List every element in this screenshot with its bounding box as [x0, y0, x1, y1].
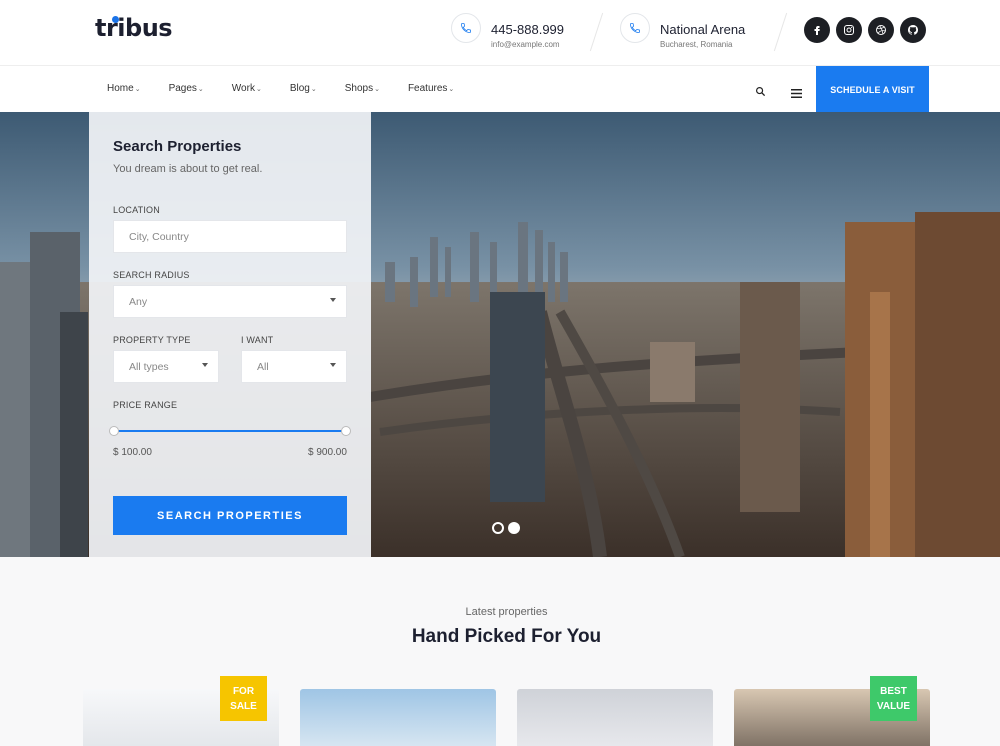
slider-min-handle[interactable]	[109, 426, 119, 436]
property-type-label: PROPERTY TYPE	[113, 335, 191, 345]
carousel-dots	[492, 522, 520, 534]
nav-label: Home	[107, 83, 134, 94]
slider-max-handle[interactable]	[341, 426, 351, 436]
social-links	[804, 17, 926, 43]
nav-label: Work	[231, 83, 255, 94]
price-range-slider[interactable]	[109, 426, 351, 436]
divider	[773, 12, 788, 52]
section-kicker: Latest properties	[465, 606, 548, 618]
nav-label: Features	[407, 83, 448, 94]
section-title: Hand Picked For You	[411, 626, 602, 647]
price-min: $ 100.00	[113, 447, 152, 458]
nav-item-blog[interactable]: Blog⌄	[290, 83, 317, 94]
search-title: Search Properties	[113, 138, 242, 155]
badge-text: BEST VALUE	[876, 685, 911, 712]
latest-properties-section: Latest properties Hand Picked For You FO…	[0, 557, 1000, 746]
price-max: $ 900.00	[308, 447, 347, 458]
caret-down-icon	[330, 298, 336, 302]
phone-number[interactable]: 445-888.999	[491, 22, 564, 37]
for-sale-badge: FOR SALE	[220, 676, 267, 721]
top-header: tribus 445-888.999 info@example.com Nati…	[0, 0, 1000, 65]
location-label: LOCATION	[113, 205, 160, 215]
chevron-down-icon: ⌄	[448, 86, 455, 93]
badge-text: FOR SALE	[230, 685, 257, 712]
slider-track	[113, 430, 347, 432]
nav-label: Pages	[168, 83, 197, 94]
caret-down-icon	[202, 363, 208, 367]
main-nav: Home⌄ Pages⌄ Work⌄ Blog⌄ Shops⌄ Features…	[107, 83, 482, 94]
nav-item-pages[interactable]: Pages⌄	[169, 83, 204, 94]
i-want-label: I WANT	[241, 335, 274, 345]
location-city: Bucharest, Romania	[660, 40, 733, 49]
best-value-badge: BEST VALUE	[870, 676, 917, 721]
logo[interactable]: tribus	[95, 14, 173, 42]
nav-label: Blog	[289, 83, 310, 94]
carousel-dot-2[interactable]	[508, 522, 520, 534]
chevron-down-icon: ⌄	[310, 86, 317, 93]
radius-value: Any	[129, 295, 148, 308]
price-range-label: PRICE RANGE	[113, 400, 178, 410]
chevron-down-icon: ⌄	[374, 86, 380, 93]
property-type-value: All types	[129, 360, 169, 373]
search-properties-button[interactable]: SEARCH PROPERTIES	[113, 496, 347, 535]
chevron-down-icon: ⌄	[197, 86, 204, 93]
nav-item-shops[interactable]: Shops⌄	[345, 83, 380, 94]
nav-label: Shops	[344, 83, 374, 94]
location-input[interactable]: City, Country	[113, 220, 347, 253]
nav-item-work[interactable]: Work⌄	[232, 83, 262, 94]
dribbble-icon[interactable]	[868, 17, 894, 43]
nav-item-home[interactable]: Home⌄	[107, 83, 141, 94]
property-card[interactable]	[517, 689, 713, 746]
property-card[interactable]	[300, 689, 496, 746]
logo-text: tribus	[95, 14, 173, 42]
email-address[interactable]: info@example.com	[491, 40, 560, 49]
nav-item-features[interactable]: Features⌄	[408, 83, 454, 94]
location-name: National Arena	[660, 22, 746, 37]
facebook-icon[interactable]	[804, 17, 830, 43]
main-navbar: Home⌄ Pages⌄ Work⌄ Blog⌄ Shops⌄ Features…	[0, 65, 1000, 113]
i-want-select[interactable]: All	[241, 350, 347, 383]
location-contact: National Arena Bucharest, Romania	[620, 12, 770, 52]
caret-down-icon	[330, 363, 336, 367]
search-icon[interactable]	[755, 84, 766, 102]
carousel-dot-1[interactable]	[492, 522, 504, 534]
phone-icon	[451, 13, 481, 43]
divider	[589, 12, 604, 52]
radius-label: SEARCH RADIUS	[113, 270, 190, 280]
chevron-down-icon: ⌄	[255, 86, 262, 93]
property-type-select[interactable]: All types	[113, 350, 219, 383]
logo-dot	[112, 16, 119, 23]
github-icon[interactable]	[900, 17, 926, 43]
phone-contact: 445-888.999 info@example.com	[451, 12, 581, 52]
radius-select[interactable]: Any	[113, 285, 347, 318]
search-panel: Search Properties You dream is about to …	[89, 112, 371, 557]
phone-icon	[620, 13, 650, 43]
hamburger-menu-icon[interactable]	[791, 85, 802, 103]
i-want-value: All	[257, 360, 269, 373]
search-subtitle: You dream is about to get real.	[113, 163, 263, 175]
instagram-icon[interactable]	[836, 17, 862, 43]
schedule-visit-button[interactable]: SCHEDULE A VISIT	[816, 66, 929, 113]
chevron-down-icon: ⌄	[134, 86, 141, 93]
